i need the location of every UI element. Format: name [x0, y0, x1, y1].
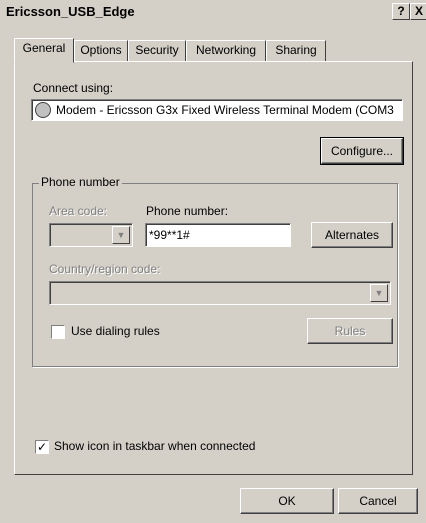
- modem-field[interactable]: Modem - Ericsson G3x Fixed Wireless Term…: [31, 99, 403, 121]
- phone-group-label: Phone number: [39, 175, 122, 189]
- use-dialing-rules-checkbox[interactable]: [51, 325, 65, 339]
- use-dialing-rules-label[interactable]: Use dialing rules: [71, 324, 160, 338]
- modem-icon: [35, 102, 51, 118]
- ok-button-label: OK: [278, 494, 296, 508]
- country-region-label: Country/region code:: [49, 262, 161, 276]
- chevron-down-icon[interactable]: ▼: [112, 226, 130, 244]
- modem-name: Modem - Ericsson G3x Fixed Wireless Term…: [56, 103, 394, 117]
- area-code-label: Area code:: [49, 204, 108, 218]
- phone-number-input[interactable]: *99**1#: [145, 223, 291, 247]
- rules-button-label: Rules: [334, 324, 366, 338]
- phone-number-label: Phone number:: [146, 204, 229, 218]
- configure-button[interactable]: Configure...: [320, 137, 404, 165]
- tab-security[interactable]: Security: [128, 40, 186, 62]
- title-bar[interactable]: Ericsson_USB_Edge ? X: [0, 0, 426, 22]
- chevron-down-icon[interactable]: ▼: [370, 284, 388, 302]
- tab-general[interactable]: General: [14, 38, 74, 63]
- show-icon-checkbox[interactable]: ✓: [35, 440, 49, 454]
- country-region-select[interactable]: ▼: [49, 281, 391, 305]
- general-tab-panel: Connect using: Modem - Ericsson G3x Fixe…: [14, 61, 413, 475]
- tab-sharing[interactable]: Sharing: [266, 40, 326, 62]
- tab-networking[interactable]: Networking: [186, 40, 266, 62]
- alternates-button-label: Alternates: [324, 228, 380, 242]
- close-button[interactable]: X: [410, 3, 426, 20]
- show-icon-label[interactable]: Show icon in taskbar when connected: [54, 439, 255, 453]
- tab-options[interactable]: Options: [74, 40, 128, 62]
- cancel-button-label: Cancel: [359, 494, 397, 508]
- alternates-button[interactable]: Alternates: [311, 222, 393, 248]
- ok-button[interactable]: OK: [240, 488, 334, 514]
- window-title: Ericsson_USB_Edge: [6, 4, 135, 19]
- configure-button-label: Configure...: [330, 144, 394, 158]
- area-code-select[interactable]: ▼: [49, 223, 133, 247]
- rules-button[interactable]: Rules: [307, 318, 393, 344]
- dialog-window: Ericsson_USB_Edge ? X General Options Se…: [0, 0, 426, 523]
- connect-using-label: Connect using:: [33, 81, 114, 95]
- cancel-button[interactable]: Cancel: [338, 488, 418, 514]
- help-button[interactable]: ?: [392, 3, 410, 20]
- phone-number-value: *99**1#: [149, 228, 190, 242]
